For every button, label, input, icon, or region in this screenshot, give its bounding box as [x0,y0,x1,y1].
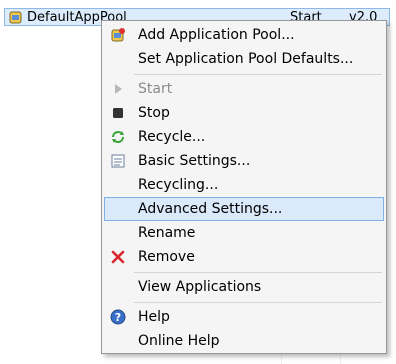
context-menu: Add Application Pool... Set Application … [101,20,387,354]
menu-item-rename[interactable]: Rename [104,221,384,245]
menu-item-recycling[interactable]: Recycling... [104,173,384,197]
stop-icon [113,108,123,118]
menu-item-help[interactable]: ? Help [104,305,384,329]
menu-item-stop[interactable]: Stop [104,101,384,125]
menu-item-recycle[interactable]: Recycle... [104,125,384,149]
menu-item-label: Start [138,81,173,97]
menu-item-label: Rename [138,225,196,241]
menu-item-label: Stop [138,105,170,121]
menu-item-label: Recycle... [138,129,206,145]
menu-item-label: Online Help [138,333,220,349]
menu-item-add-application-pool[interactable]: Add Application Pool... [104,23,384,47]
menu-item-label: Set Application Pool Defaults... [138,51,354,67]
menu-item-set-defaults[interactable]: Set Application Pool Defaults... [104,47,384,71]
remove-x-icon [111,250,125,264]
settings-icon [111,154,125,168]
help-icon: ? [110,309,126,325]
svg-text:?: ? [115,311,121,324]
menu-item-basic-settings[interactable]: Basic Settings... [104,149,384,173]
menu-item-label: View Applications [138,279,262,295]
menu-item-start[interactable]: Start [104,77,384,101]
recycle-icon [112,131,124,143]
menu-item-view-applications[interactable]: View Applications [104,275,384,299]
play-icon [115,84,122,94]
menu-separator [134,272,382,273]
app-pool-icon [9,11,22,24]
menu-item-advanced-settings[interactable]: Advanced Settings... [104,197,384,221]
menu-separator [134,302,382,303]
menu-item-label: Add Application Pool... [138,27,295,43]
menu-item-label: Help [138,309,170,325]
menu-item-label: Remove [138,249,195,265]
menu-item-label: Advanced Settings... [138,201,283,217]
menu-item-label: Basic Settings... [138,153,251,169]
menu-separator [134,74,382,75]
add-pool-icon [111,28,125,42]
menu-item-label: Recycling... [138,177,219,193]
menu-item-remove[interactable]: Remove [104,245,384,269]
menu-item-online-help[interactable]: Online Help [104,329,384,353]
